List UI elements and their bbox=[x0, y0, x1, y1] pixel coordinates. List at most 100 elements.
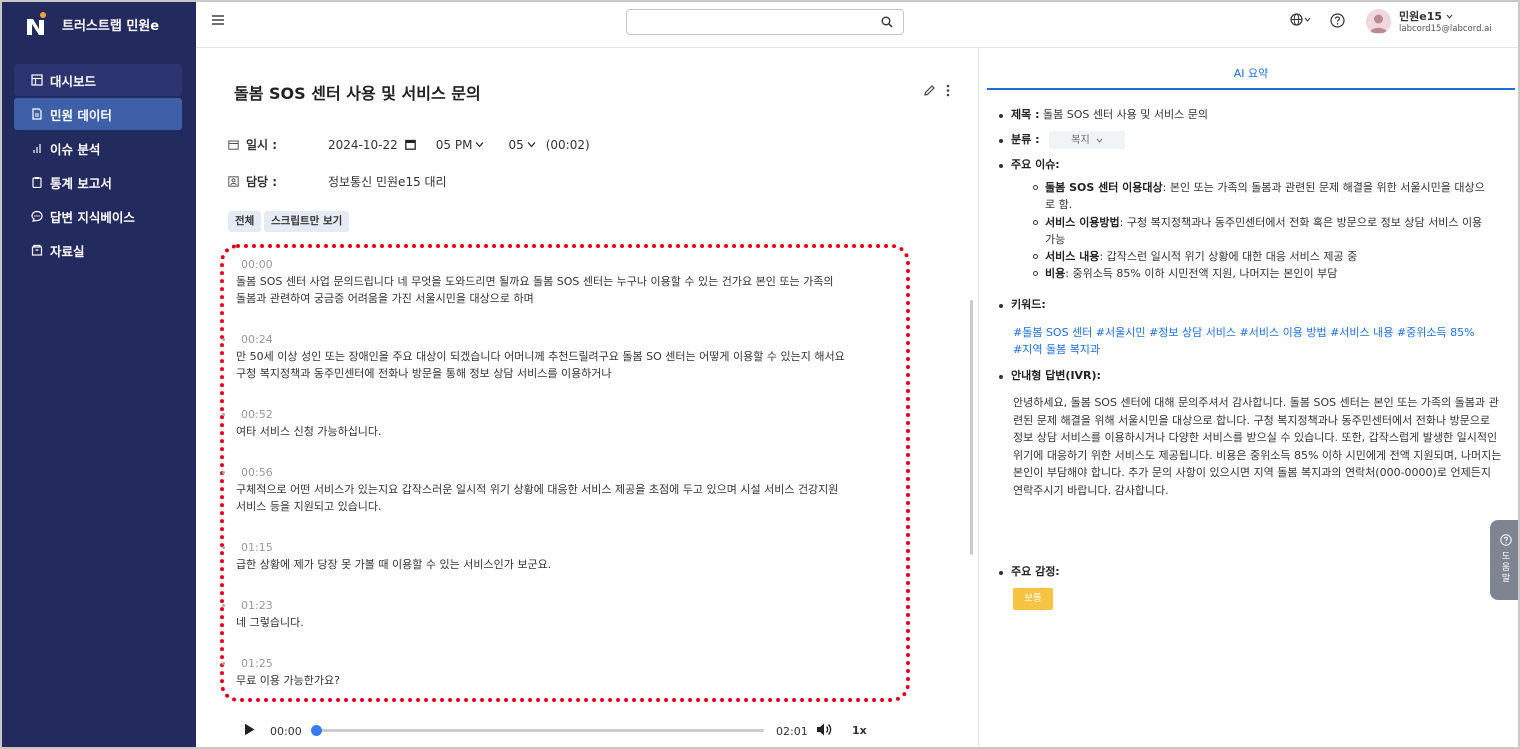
issue-item: 서비스 이용방법: 구청 복지정책과나 동주민센터에서 전화 혹은 방문으로 정… bbox=[1033, 214, 1489, 248]
issue-item: 서비스 내용: 갑작스런 일시적 위기 상황에 대한 대응 서비스 제공 중 bbox=[1033, 248, 1489, 265]
play-icon[interactable] bbox=[244, 723, 255, 739]
issue-item: 돌봄 SOS 센터 이용대상: 본인 또는 가족의 돌봄과 관련된 문제 해결을… bbox=[1033, 179, 1489, 213]
transcript-list: 00:00 돌봄 SOS 센터 사업 문의드립니다 네 무엇을 도와드리면 될까… bbox=[222, 256, 846, 689]
sidebar-item-stats-report[interactable]: 통계 보고서 bbox=[14, 166, 182, 198]
edit-icon[interactable] bbox=[923, 84, 936, 100]
sub-bullet bbox=[1033, 254, 1038, 259]
datetime-row: 일시 : 2024-10-22 05 PM 05 (00:02) bbox=[228, 136, 590, 153]
current-time: 00:00 bbox=[270, 725, 302, 738]
transcript-time[interactable]: 00:52 bbox=[236, 406, 846, 423]
page-title: 돌봄 SOS 센터 사용 및 서비스 문의 bbox=[234, 84, 481, 103]
assignee-row: 담당 : 정보통신 민원e15 대리 bbox=[228, 173, 447, 190]
bullet bbox=[999, 571, 1003, 575]
transcript-entry: 00:24 만 50세 이상 성인 또는 장애인을 주요 대상이 되겠습니다 어… bbox=[222, 331, 846, 382]
transcript-time[interactable]: 01:15 bbox=[236, 539, 846, 556]
sidebar-item-dashboard[interactable]: 대시보드 bbox=[14, 64, 182, 96]
minute-value: 05 bbox=[508, 137, 524, 152]
hour-value: 05 PM bbox=[435, 137, 473, 152]
transcript-time[interactable]: 00:24 bbox=[236, 331, 846, 348]
audio-player: 00:00 02:01 1x bbox=[222, 710, 886, 748]
search-box[interactable] bbox=[626, 9, 904, 35]
audio-progress-knob[interactable] bbox=[311, 725, 322, 736]
summary-issues-label: 주요 이슈: bbox=[1011, 158, 1060, 171]
timeline-dot bbox=[222, 604, 225, 607]
summary-title-row: 제목 : 돌봄 SOS 센터 사용 및 서비스 문의 bbox=[1011, 106, 1208, 123]
transcript-entry: 00:56 구체적으로 어떤 서비스가 있는지요 갑작스러운 일시적 위기 상황… bbox=[222, 464, 846, 515]
category-value: 복지 bbox=[1071, 134, 1090, 146]
transcript-time[interactable]: 01:25 bbox=[236, 655, 846, 672]
search-input[interactable] bbox=[635, 10, 875, 34]
chevron-down-icon bbox=[1096, 138, 1103, 143]
date-value: 2024-10-22 bbox=[328, 137, 398, 152]
sidebar-item-label: 통계 보고서 bbox=[50, 175, 112, 191]
keyword-list[interactable]: #돌봄 SOS 센터 #서울시민 #정보 상담 서비스 #서비스 이용 방법 #… bbox=[1013, 324, 1483, 358]
chat-icon bbox=[30, 209, 44, 223]
sidebar-item-label: 민원 데이터 bbox=[50, 107, 112, 123]
chevron-down-icon bbox=[1446, 14, 1453, 19]
transcript-panel: 00:00 돌봄 SOS 센터 사업 문의드립니다 네 무엇을 도와드리면 될까… bbox=[220, 244, 910, 702]
user-name: 민원e15 bbox=[1399, 10, 1443, 23]
bullet bbox=[999, 375, 1003, 379]
help-icon[interactable] bbox=[1330, 13, 1345, 31]
hour-select[interactable]: 05 PM bbox=[436, 138, 485, 152]
call-duration: (00:02) bbox=[545, 137, 590, 152]
minute-select[interactable]: 05 bbox=[508, 137, 536, 152]
transcript-entry: 00:52 여타 서비스 신청 가능하십니다. bbox=[222, 406, 846, 440]
sidebar-item-knowledge-base[interactable]: 답변 지식베이스 bbox=[14, 200, 182, 232]
category-select[interactable]: 복지 bbox=[1048, 131, 1125, 149]
bullet bbox=[999, 164, 1003, 168]
summary-title-label: 제목 : bbox=[1011, 108, 1040, 121]
transcript-entry: 00:00 돌봄 SOS 센터 사업 문의드립니다 네 무엇을 도와드리면 될까… bbox=[236, 256, 846, 307]
hamburger-menu-icon[interactable] bbox=[212, 14, 224, 26]
clipboard-icon bbox=[30, 175, 44, 189]
help-tab-label: 도움말 bbox=[1501, 552, 1511, 584]
transcript-text: 급한 상황에 제가 당장 못 가볼 때 이용할 수 있는 서비스인가 보군요. bbox=[236, 558, 552, 571]
volume-icon[interactable] bbox=[816, 722, 833, 740]
brand[interactable]: 트러스트랩 민원e bbox=[24, 10, 159, 38]
help-side-tab[interactable]: 도움말 bbox=[1490, 520, 1520, 600]
person-icon bbox=[228, 176, 240, 187]
user-menu[interactable]: 민원e15 bbox=[1399, 8, 1453, 24]
sidebar-item-archive[interactable]: 자료실 bbox=[14, 234, 182, 266]
transcript-text: 구체적으로 어떤 서비스가 있는지요 갑작스러운 일시적 위기 상황에 대응한 … bbox=[236, 483, 839, 513]
logo-icon bbox=[27, 12, 46, 35]
datetime-label: 일시 : bbox=[246, 138, 278, 152]
summary-ivr-label: 안내형 답변(IVR): bbox=[1011, 369, 1101, 382]
summary-title-value: 돌봄 SOS 센터 사용 및 서비스 문의 bbox=[1042, 108, 1209, 121]
transcript-time[interactable]: 00:00 bbox=[236, 256, 846, 273]
audio-progress-bar[interactable] bbox=[311, 725, 764, 736]
transcript-time[interactable]: 01:23 bbox=[236, 597, 846, 614]
assignee-label: 담당 : bbox=[246, 175, 278, 189]
issue-title: 서비스 내용 bbox=[1045, 250, 1100, 263]
scrollbar[interactable] bbox=[970, 300, 973, 555]
avatar[interactable] bbox=[1366, 9, 1391, 34]
tab-ai-summary[interactable]: AI 요약 bbox=[987, 48, 1515, 90]
issue-item: 비용: 중위소득 85% 이하 시민전액 지원, 나머지는 본인이 부담 bbox=[1033, 265, 1489, 282]
sidebar-nav: 대시보드 민원 데이터 이슈 분석 통계 보고서 답변 지식베이스 자료실 bbox=[14, 64, 182, 268]
bullet bbox=[999, 139, 1003, 143]
complaint-detail: 돌봄 SOS 센터 사용 및 서비스 문의 일시 : 2024-10-22 05… bbox=[198, 48, 978, 748]
language-selector[interactable] bbox=[1290, 13, 1311, 26]
sidebar-item-complaint-data[interactable]: 민원 데이터 bbox=[14, 98, 182, 130]
transcript-time[interactable]: 00:56 bbox=[236, 464, 846, 481]
transcript-text: 무료 이용 가능한가요? bbox=[236, 674, 340, 687]
issue-text: : 중위소득 85% 이하 시민전액 지원, 나머지는 본인이 부담 bbox=[1065, 267, 1338, 280]
search-icon[interactable] bbox=[881, 16, 893, 31]
sidebar-item-label: 대시보드 bbox=[50, 73, 97, 89]
bar-chart-icon bbox=[30, 141, 44, 155]
assignee-value: 정보통신 민원e15 대리 bbox=[328, 175, 447, 189]
more-options-icon[interactable] bbox=[946, 84, 950, 100]
calendar-icon bbox=[228, 139, 240, 150]
playback-speed-button[interactable]: 1x bbox=[852, 724, 867, 737]
bullet bbox=[999, 114, 1003, 118]
tab-script-only[interactable]: 스크립트만 보기 bbox=[264, 211, 350, 232]
date-field[interactable]: 2024-10-22 bbox=[328, 138, 416, 152]
chevron-down-icon bbox=[475, 142, 484, 148]
timeline-dot bbox=[222, 338, 225, 341]
user-email: labcord15@labcord.ai bbox=[1399, 24, 1492, 34]
transcript-entry: 01:25 무료 이용 가능한가요? bbox=[222, 655, 846, 689]
help-icon bbox=[1500, 534, 1512, 549]
top-bar: 민원e15 labcord15@labcord.ai bbox=[196, 2, 1518, 48]
sidebar-item-issue-analysis[interactable]: 이슈 분석 bbox=[14, 132, 182, 164]
tab-all[interactable]: 전체 bbox=[228, 211, 262, 232]
